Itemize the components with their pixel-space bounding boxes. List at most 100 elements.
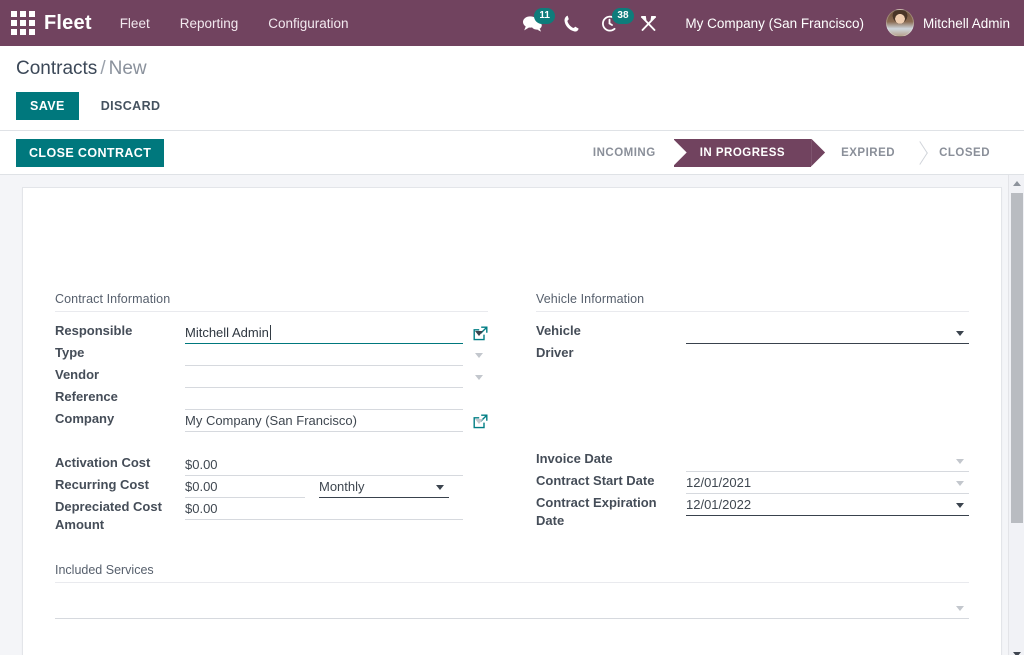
- field-row-recurring-cost: Recurring Cost: [55, 476, 488, 498]
- stage-arrow-left: [673, 139, 687, 167]
- chevron-down-icon[interactable]: [475, 375, 483, 380]
- grid-cell: [11, 11, 17, 17]
- vehicle-input[interactable]: [686, 322, 969, 344]
- grid-cell: [11, 20, 17, 26]
- label-recurring-cost: Recurring Cost: [55, 476, 185, 498]
- recurring-period-input[interactable]: [319, 476, 449, 498]
- stage-in-progress[interactable]: IN PROGRESS: [674, 139, 811, 167]
- field-row-activation-cost: Activation Cost: [55, 454, 488, 476]
- field-activation-cost[interactable]: [185, 454, 488, 476]
- vertical-scrollbar[interactable]: [1008, 175, 1024, 655]
- grid-cell: [11, 29, 17, 35]
- control-panel: Contracts/New SAVE DISCARD: [0, 46, 1024, 130]
- field-vehicle[interactable]: [686, 322, 969, 344]
- field-row-responsible: Responsible: [55, 322, 488, 344]
- user-menu[interactable]: Mitchell Admin: [886, 9, 1010, 37]
- field-row-company: Company: [55, 410, 488, 432]
- label-reference: Reference: [55, 388, 185, 410]
- menu-configuration[interactable]: Configuration: [268, 16, 348, 31]
- text-cursor: [270, 325, 271, 340]
- recurring-cost-input[interactable]: [185, 476, 305, 498]
- stage-expired[interactable]: EXPIRED: [811, 139, 913, 167]
- field-recurring-cost[interactable]: [185, 476, 305, 498]
- vehicle-information-fields: Vehicle Driver: [536, 322, 969, 529]
- field-row-vehicle: Vehicle: [536, 322, 969, 344]
- label-driver: Driver: [536, 344, 686, 366]
- activation-cost-input[interactable]: [185, 454, 463, 476]
- vehicle-information-group: Vehicle Information Vehicle Driver: [536, 292, 969, 533]
- grid-cell: [29, 20, 35, 26]
- menu-reporting[interactable]: Reporting: [180, 16, 239, 31]
- field-row-depreciated-cost: Depreciated Cost Amount: [55, 498, 488, 533]
- field-company[interactable]: [185, 410, 488, 432]
- close-contract-button[interactable]: CLOSE CONTRACT: [16, 139, 164, 167]
- form-sheet: Contract Information Responsible: [22, 187, 1002, 655]
- scroll-down-arrow[interactable]: [1009, 646, 1024, 655]
- contract-start-date-input[interactable]: [686, 472, 969, 494]
- field-invoice-date[interactable]: [686, 450, 969, 472]
- field-row-contract-start-date: Contract Start Date: [536, 472, 969, 494]
- phone-icon[interactable]: [564, 15, 579, 32]
- field-row-spacer: [55, 432, 488, 454]
- content-area: Contract Information Responsible: [0, 175, 1024, 655]
- scrollbar-thumb[interactable]: [1011, 193, 1023, 523]
- field-vendor[interactable]: [185, 366, 488, 388]
- tools-icon[interactable]: [640, 15, 657, 32]
- field-row-reference: Reference: [55, 388, 488, 410]
- field-row-type: Type: [55, 344, 488, 366]
- label-vendor: Vendor: [55, 366, 185, 388]
- label-activation-cost: Activation Cost: [55, 454, 185, 476]
- stage-incoming[interactable]: INCOMING: [583, 139, 674, 167]
- company-input[interactable]: [185, 410, 463, 432]
- contract-expiration-date-input[interactable]: [686, 494, 969, 516]
- field-type[interactable]: [185, 344, 488, 366]
- record-action-buttons: SAVE DISCARD: [16, 92, 1008, 130]
- scroll-up-arrow[interactable]: [1009, 175, 1024, 191]
- messages-icon[interactable]: 11: [523, 15, 542, 32]
- field-contract-start-date[interactable]: [686, 472, 969, 494]
- app-brand-fleet[interactable]: Fleet: [44, 12, 92, 35]
- chevron-down-icon[interactable]: [475, 353, 483, 358]
- field-included-services[interactable]: [55, 597, 969, 619]
- activity-clock-icon[interactable]: 38: [601, 15, 618, 32]
- reference-input[interactable]: [185, 388, 463, 410]
- breadcrumb-contracts[interactable]: Contracts: [16, 58, 97, 79]
- contract-information-fields: Responsible: [55, 322, 488, 533]
- field-driver: [686, 344, 969, 366]
- vendor-input[interactable]: [185, 366, 463, 388]
- responsible-input[interactable]: [185, 322, 463, 344]
- menu-fleet[interactable]: Fleet: [120, 16, 150, 31]
- external-link-icon[interactable]: [473, 326, 488, 341]
- contract-information-group: Contract Information Responsible: [55, 292, 488, 533]
- driver-input: [686, 344, 969, 366]
- field-depreciated-cost-amount[interactable]: [185, 498, 488, 520]
- vehicle-information-title: Vehicle Information: [536, 292, 969, 312]
- type-input[interactable]: [185, 344, 463, 366]
- field-recurring-period[interactable]: [319, 476, 449, 498]
- field-responsible[interactable]: [185, 322, 488, 344]
- breadcrumb: Contracts/New: [16, 58, 1008, 80]
- field-row-spacer-right: [536, 366, 969, 450]
- discard-button[interactable]: DISCARD: [95, 92, 167, 120]
- apps-grid-icon[interactable]: [8, 8, 38, 38]
- systray: 11 38 My Company (San Francisco): [523, 9, 1010, 37]
- grid-cell: [29, 29, 35, 35]
- external-link-icon[interactable]: [473, 414, 488, 429]
- user-name: Mitchell Admin: [923, 16, 1010, 31]
- label-type: Type: [55, 344, 185, 366]
- current-company[interactable]: My Company (San Francisco): [685, 16, 864, 31]
- activity-badge: 38: [612, 8, 633, 24]
- grid-cell: [29, 11, 35, 17]
- breadcrumb-separator: /: [100, 58, 105, 79]
- depreciated-cost-input[interactable]: [185, 498, 463, 520]
- field-contract-expiration-date[interactable]: [686, 494, 969, 516]
- stage-in-progress-label: IN PROGRESS: [700, 147, 785, 159]
- group-spacer: [55, 432, 488, 454]
- label-contract-expiration-date: Contract Expiration Date: [536, 494, 686, 529]
- included-services-input[interactable]: [55, 597, 969, 619]
- save-button[interactable]: SAVE: [16, 92, 79, 120]
- invoice-date-input[interactable]: [686, 450, 969, 472]
- user-avatar: [886, 9, 914, 37]
- stage-closed[interactable]: CLOSED: [913, 139, 1008, 167]
- field-reference[interactable]: [185, 388, 488, 410]
